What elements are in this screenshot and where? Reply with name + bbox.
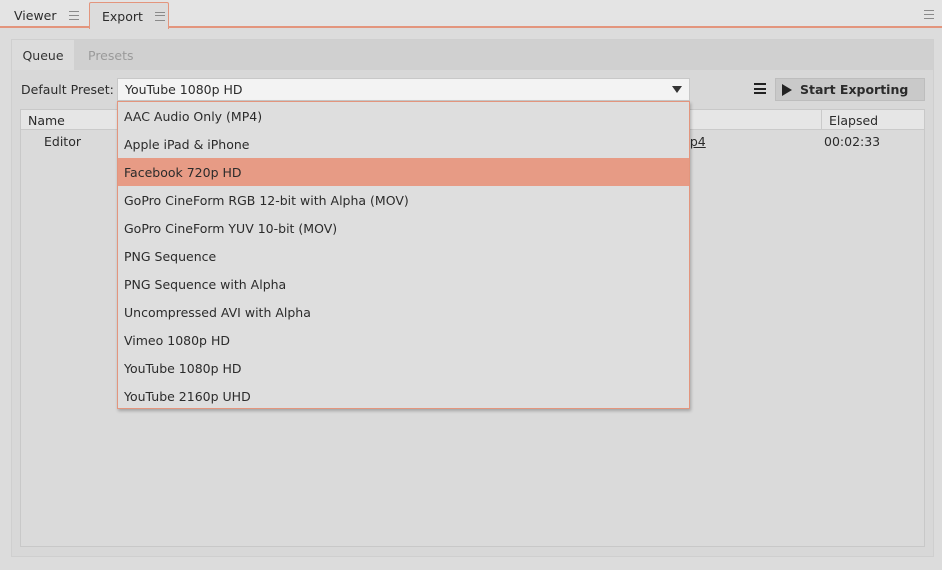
tab-export-label: Export: [102, 8, 143, 24]
default-preset-value: YouTube 1080p HD: [125, 82, 243, 97]
row-elapsed: 00:02:33: [824, 134, 881, 149]
preset-option-highlighted[interactable]: Facebook 720p HD: [118, 158, 689, 186]
preset-option[interactable]: PNG Sequence: [118, 242, 689, 270]
tab-presets-label: Presets: [88, 47, 134, 63]
export-menu-icon[interactable]: [154, 11, 165, 21]
preset-option[interactable]: YouTube 2160p UHD: [118, 382, 689, 408]
preset-option[interactable]: YouTube 1080p HD: [118, 354, 689, 382]
tab-presets[interactable]: Presets: [88, 40, 134, 70]
preset-option[interactable]: AAC Audio Only (MP4): [118, 102, 689, 130]
preset-option[interactable]: Vimeo 1080p HD: [118, 326, 689, 354]
viewer-menu-icon[interactable]: [68, 11, 79, 20]
tab-queue-label: Queue: [22, 47, 64, 63]
start-exporting-label: Start Exporting: [800, 82, 909, 97]
column-header-name[interactable]: Name: [28, 110, 65, 130]
tab-queue[interactable]: Queue: [12, 40, 74, 70]
preset-dropdown-list: AAC Audio Only (MP4) Apple iPad & iPhone…: [117, 101, 690, 409]
start-exporting-button[interactable]: Start Exporting: [775, 78, 925, 101]
play-icon: [782, 83, 792, 96]
column-header-elapsed[interactable]: Elapsed: [821, 110, 924, 130]
tab-export[interactable]: Export: [89, 2, 169, 29]
preset-option[interactable]: GoPro CineForm RGB 12-bit with Alpha (MO…: [118, 186, 689, 214]
panel-tab-bar: Viewer Export: [0, 0, 942, 29]
preset-option[interactable]: Uncompressed AVI with Alpha: [118, 298, 689, 326]
preset-option[interactable]: Apple iPad & iPhone: [118, 130, 689, 158]
queue-menu-icon[interactable]: [754, 83, 766, 94]
default-preset-label: Default Preset:: [21, 82, 114, 97]
panel-options-icon[interactable]: [924, 10, 934, 19]
preset-option[interactable]: PNG Sequence with Alpha: [118, 270, 689, 298]
dropdown-caret-icon: [672, 86, 682, 93]
export-subtabs: Queue Presets: [12, 40, 933, 70]
tab-viewer[interactable]: Viewer: [0, 3, 89, 28]
tab-viewer-label: Viewer: [14, 8, 57, 23]
preset-option[interactable]: GoPro CineForm YUV 10-bit (MOV): [118, 214, 689, 242]
row-name: Editor: [44, 134, 81, 149]
default-preset-select[interactable]: YouTube 1080p HD: [117, 78, 690, 101]
